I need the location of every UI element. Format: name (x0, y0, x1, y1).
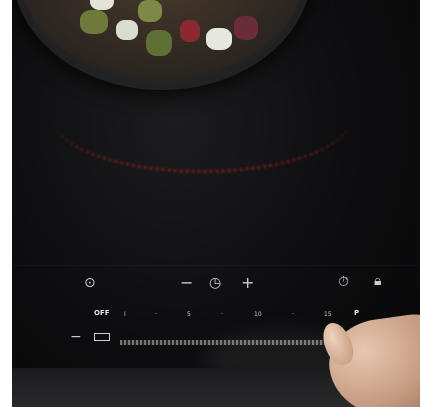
control-panel-area (12, 265, 420, 266)
boost-label: P (354, 309, 360, 317)
pot-detect-icon[interactable]: ⊙ (84, 276, 96, 290)
scale-tick: 10 (254, 311, 262, 318)
food-item (180, 20, 200, 42)
scale-tick: · (292, 311, 294, 318)
cooktop-photo: ⊙ − ◷ + ⏱ 🔒︎ − OFF I · 5 · 10 · 15 P + ▯ (12, 0, 420, 407)
plus-icon[interactable]: + (241, 275, 254, 291)
scale-tick: I (124, 311, 126, 318)
stopwatch-icon[interactable]: ⏱ (338, 275, 349, 289)
off-label: OFF (94, 309, 110, 317)
food-item (90, 0, 114, 10)
minus-icon[interactable]: − (70, 330, 82, 344)
off-button-icon[interactable] (94, 333, 110, 341)
minus-icon[interactable]: − (180, 275, 193, 291)
food-item (146, 30, 172, 56)
scale-tick: 15 (324, 311, 332, 318)
food-item (116, 20, 138, 40)
food-item (234, 16, 258, 40)
food-item (80, 10, 108, 34)
clock-icon[interactable]: ◷ (209, 276, 221, 290)
scale-tick: 5 (187, 311, 191, 318)
scale-tick: · (221, 311, 223, 318)
food-item (138, 0, 162, 22)
food-item (206, 28, 232, 50)
child-lock-icon[interactable]: 🔒︎ (374, 274, 381, 288)
scale-tick: · (155, 311, 157, 318)
heating-zone-glow (52, 60, 352, 173)
